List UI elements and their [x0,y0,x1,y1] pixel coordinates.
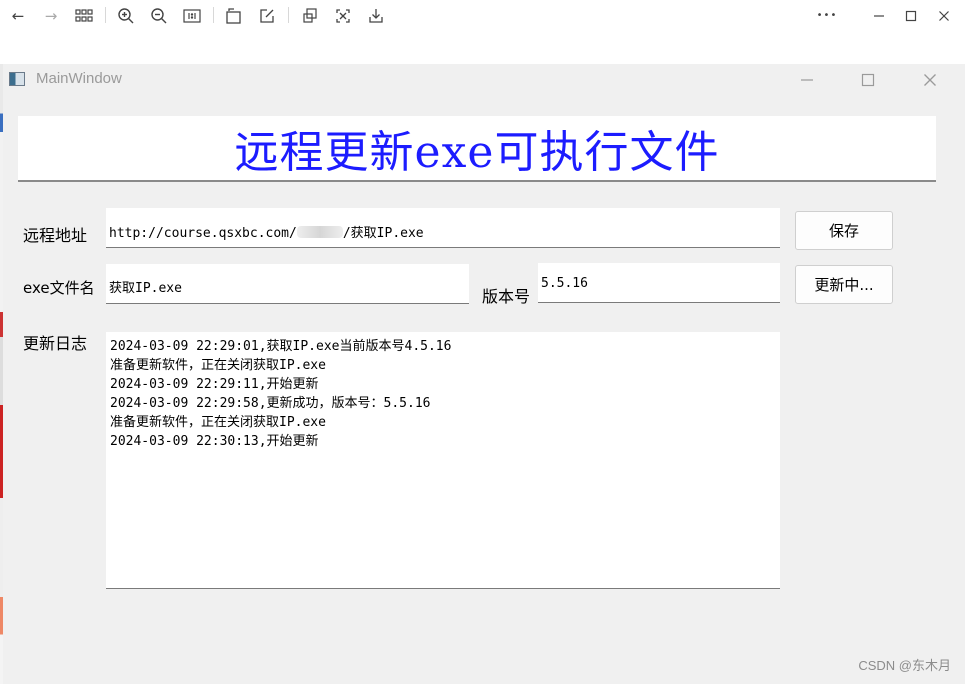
zoom-out-icon[interactable] [148,6,170,26]
remote-url-prefix: http://course.qsxbc.com/ [109,226,297,241]
csdn-watermark: CSDN @东木月 [858,658,951,673]
back-icon[interactable]: ← [7,6,29,26]
version-label: 版本号 [482,287,531,306]
fullscreen-icon[interactable] [332,6,354,26]
app-icon [9,72,25,86]
edit-icon[interactable] [256,6,278,26]
log-textarea[interactable]: 2024-03-09 22:29:01,获取IP.exe当前版本号4.5.16 … [106,332,780,589]
close-button[interactable] [916,68,944,92]
rotate-icon[interactable] [223,6,245,26]
zoom-in-icon[interactable] [115,6,137,26]
remote-url-label: 远程地址 [23,226,88,245]
maximize-button[interactable] [854,68,882,92]
header-panel: 远程更新exe可执行文件 [18,116,936,182]
viewer-minimize-icon[interactable] [868,6,890,26]
minimize-button[interactable] [793,68,821,92]
main-window: MainWindow 远程更新exe可执行文件 远程地址 http://cour… [3,64,965,684]
save-button[interactable]: 保存 [795,211,893,250]
log-line: 2024-03-09 22:29:01,获取IP.exe当前版本号4.5.16 [110,339,452,354]
log-line: 准备更新软件，正在关闭获取IP.exe [110,358,326,373]
download-icon[interactable] [365,6,387,26]
forward-icon[interactable]: → [40,6,62,26]
viewer-close-icon[interactable] [933,6,955,26]
viewer-toolbar: ← → ••• [0,0,965,64]
remote-url-input[interactable]: http://course.qsxbc.com/ /获取IP.exe [106,208,780,248]
actual-size-icon[interactable] [181,6,203,26]
log-line: 2024-03-09 22:29:11,开始更新 [110,377,319,392]
version-input[interactable]: 5.5.16 [538,263,780,303]
log-line: 2024-03-09 22:30:13,开始更新 [110,434,319,449]
viewer-maximize-icon[interactable] [900,6,922,26]
window-titlebar[interactable]: MainWindow [3,64,965,98]
header-title: 远程更新exe可执行文件 [234,127,720,178]
grid-icon[interactable] [73,6,95,26]
exe-name-input[interactable]: 获取IP.exe [106,264,469,304]
log-label: 更新日志 [23,334,88,353]
crop-icon[interactable] [299,6,321,26]
log-line: 2024-03-09 22:29:58,更新成功，版本号：5.5.16 [110,396,431,411]
log-line: 准备更新软件，正在关闭获取IP.exe [110,415,326,430]
window-title: MainWindow [36,70,122,87]
redacted-blur [296,226,343,238]
update-button[interactable]: 更新中... [795,265,893,304]
more-icon[interactable]: ••• [816,6,838,26]
exe-name-label: exe文件名 [23,279,95,297]
remote-url-suffix: /获取IP.exe [342,226,424,241]
